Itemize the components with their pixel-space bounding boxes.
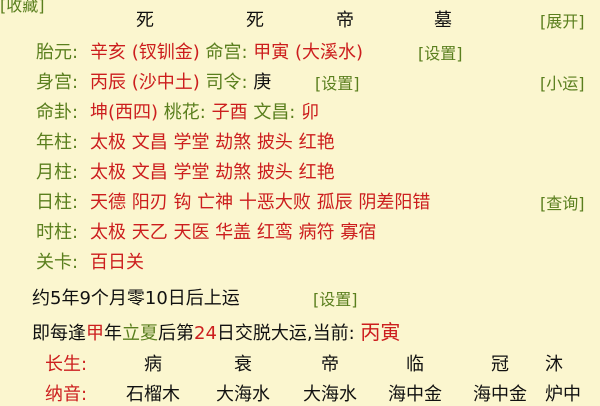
row-label: 关卡: [36,252,79,273]
row-label: 时柱: [36,222,79,243]
top-cell-4: 墓 [434,10,452,31]
dayun-day: 24 [194,323,217,344]
changsheng-cell-4: 临 [406,354,424,375]
row-nianzhu: 年柱: 太极 文昌 学堂 劫煞 披头 红艳 [0,124,600,154]
changsheng-cell-6: 沐 [545,354,563,375]
taohua-label: 桃花: [163,102,206,123]
row-label: 身宫: [36,72,79,93]
row-content: 太极 文昌 学堂 劫煞 披头 红艳 [90,162,335,183]
dayun-row: 即每逢甲年立夏后第24日交脱大运,当前: 丙寅 [0,312,600,345]
changsheng-cell-1: 病 [144,354,162,375]
nayin-cell-2: 大海水 [216,384,270,405]
top-cell-3: 帝 [336,10,354,31]
top-cell-1: 死 [136,10,154,31]
minggong-label: 命宫: [205,42,248,63]
minggong-value: 甲寅 [247,42,290,63]
query-button[interactable]: [查询] [540,190,585,214]
changsheng-cell-2: 衰 [234,354,252,375]
nayin-cell-5: 海中金 [473,384,527,405]
top-cell-2: 死 [246,10,264,31]
settings-link[interactable]: [设置] [315,70,360,94]
minggua-value: 坤(西四) [90,102,164,123]
changsheng-label: 长生: [45,354,88,375]
dayun-p3: 后第 [158,323,194,344]
dayun-p4: 日交脱大运,当前: [216,323,361,344]
row-content: 天德 阳刃 钩 亡神 十恶大败 孤辰 阴差阳错 [90,192,431,213]
expand-button[interactable]: [展开] [540,8,585,32]
row-minggua: 命卦: 坤(西四) 桃花: 子酉 文昌: 卯 [0,94,600,124]
taiyuan-nayin: (钗钏金) [126,42,206,63]
collect-button[interactable]: [收藏] [0,0,45,16]
siling-value: 庚 [247,72,272,93]
nayin-cell-1: 石榴木 [126,384,180,405]
row-label: 日柱: [36,192,79,213]
minggong-nayin: (大溪水) [289,42,364,63]
taiyuan-value: 辛亥 [90,42,126,63]
wenchang-value: 卯 [295,102,320,123]
shengong-nayin: (沙中土) [126,72,206,93]
dayun-current: 丙寅 [360,320,401,344]
row-content: 辛亥 (钗钏金) 命宫: 甲寅 (大溪水) [90,38,363,64]
luck-start-text: 约5年9个月零10日后上运 [32,288,240,309]
row-label: 年柱: [36,132,79,153]
row-yuezhu: 月柱: 太极 文昌 学堂 劫煞 披头 红艳 [0,154,600,184]
siling-label: 司令: [205,72,248,93]
row-label: 命卦: [36,102,79,123]
row-rizhu: 日柱: 天德 阳刃 钩 亡神 十恶大败 孤辰 阴差阳错 [查询] [0,184,600,214]
row-guanka: 关卡: 百日关 [0,244,600,274]
dayun-p2: 年 [104,323,122,344]
settings-link[interactable]: [设置] [418,40,463,64]
nayin-cell-4: 海中金 [388,384,442,405]
dayun-jia: 甲 [86,323,104,344]
changsheng-cell-3: 帝 [321,354,339,375]
nayin-cell-3: 大海水 [303,384,357,405]
row-content: 百日关 [90,252,144,273]
row-content: 丙辰 (沙中土) 司令: 庚 [90,68,271,94]
nayin-cell-6: 炉中 [545,384,581,405]
row-shizhu: 时柱: 太极 天乙 天医 华盖 红鸾 病符 寡宿 [0,214,600,244]
changsheng-row: 长生: 病 衰 帝 临 冠 沐 [0,346,600,376]
dayun-text: 即每逢甲年立夏后第24日交脱大运,当前: 丙寅 [32,316,400,345]
taohua-value: 子酉 [205,102,254,123]
row-label: 月柱: [36,162,79,183]
row-label: 胎元: [36,42,79,63]
wenchang-label: 文昌: [253,102,296,123]
nayin-row: 纳音: 石榴木 大海水 大海水 海中金 海中金 炉中 [0,376,600,406]
xiaoyun-button[interactable]: [小运] [540,70,585,94]
dayun-lixia: 立夏 [122,323,158,344]
settings-link[interactable]: [设置] [313,286,358,310]
row-shengong: 身宫: 丙辰 (沙中土) 司令: 庚 [设置] [小运] [0,64,600,94]
changsheng-cell-5: 冠 [491,354,509,375]
dayun-p1: 即每逢 [32,323,86,344]
row-content: 坤(西四) 桃花: 子酉 文昌: 卯 [90,98,319,124]
row-taiyuan: 胎元: 辛亥 (钗钏金) 命宫: 甲寅 (大溪水) [设置] [0,34,600,64]
shengong-value: 丙辰 [90,72,126,93]
row-content: 太极 文昌 学堂 劫煞 披头 红艳 [90,132,335,153]
luck-start-row: 约5年9个月零10日后上运 [设置] [0,280,600,310]
nayin-label: 纳音: [45,384,88,405]
row-content: 太极 天乙 天医 华盖 红鸾 病符 寡宿 [90,222,377,243]
